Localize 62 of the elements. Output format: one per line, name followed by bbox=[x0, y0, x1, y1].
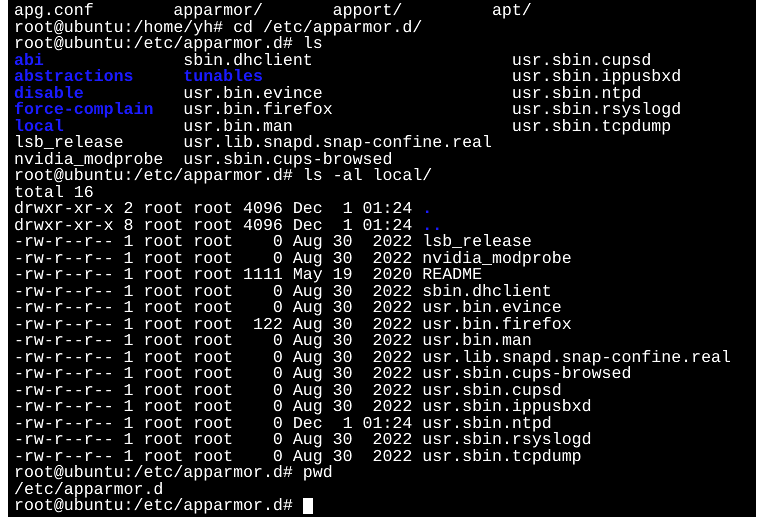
file-name: usr.sbin.tcpdump bbox=[512, 116, 672, 136]
file-name: usr.sbin.ntpd bbox=[512, 84, 642, 102]
file-name: README bbox=[422, 267, 482, 284]
directory-name: . bbox=[422, 201, 432, 218]
file-details: -rw-r--r-- 1 root root 0 Aug 30 2022 bbox=[14, 300, 412, 316]
directory-name: tunables bbox=[183, 67, 263, 86]
file-name: usr.sbin.ntpd bbox=[422, 416, 552, 432]
file-details: drwxr-xr-x 8 root root 4096 Dec 1 01:24 bbox=[14, 218, 412, 234]
file-details: -rw-r--r-- 1 root root 0 Aug 30 2022 bbox=[14, 448, 412, 465]
directory-name: .. bbox=[422, 218, 442, 234]
terminal-text: root@ubuntu:/etc/apparmor.d# ls -al local/ bbox=[14, 168, 432, 184]
file-details: -rw-r--r-- 1 root root 0 Aug 30 2022 bbox=[14, 284, 412, 300]
file-details: -rw-r--r-- 1 root root 0 Aug 30 2022 bbox=[14, 350, 412, 366]
directory-name: force-complain bbox=[14, 100, 154, 119]
file-details: -rw-r--r-- 1 root root 0 Aug 30 2022 bbox=[14, 234, 412, 250]
file-name: apparmor/ bbox=[173, 1, 263, 20]
file-name: usr.lib.snapd.snap-confine.real bbox=[422, 350, 731, 366]
file-name: usr.sbin.ippusbxd bbox=[512, 67, 682, 86]
file-name: usr.bin.man bbox=[422, 333, 532, 350]
file-details: drwxr-xr-x 2 root root 4096 Dec 1 01:24 bbox=[14, 201, 412, 218]
file-name: usr.sbin.cupsd bbox=[512, 50, 652, 70]
file-name: usr.lib.snapd.snap-confine.real bbox=[183, 133, 492, 152]
file-name: apg.conf bbox=[14, 1, 94, 20]
file-name: lsb_release bbox=[14, 133, 124, 152]
terminal-text: root@ubuntu:/etc/apparmor.d# pwd bbox=[14, 465, 333, 482]
directory-name: local bbox=[14, 116, 64, 136]
file-name: usr.bin.evince bbox=[422, 300, 562, 316]
file-name: usr.sbin.ippusbxd bbox=[422, 399, 592, 416]
file-name: usr.bin.firefox bbox=[422, 316, 572, 333]
file-details: -rw-r--r-- 1 root root 0 Dec 1 01:24 bbox=[14, 416, 412, 432]
file-name: sbin.dhclient bbox=[422, 284, 552, 300]
file-name: apport/ bbox=[332, 1, 402, 20]
terminal-text: root@ubuntu:/etc/apparmor.d# ls bbox=[14, 36, 323, 52]
file-name: usr.bin.evince bbox=[183, 84, 323, 102]
file-details: -rw-r--r-- 1 root root 0 Aug 30 2022 bbox=[14, 250, 412, 267]
file-details: -rw-r--r-- 1 root root 122 Aug 30 2022 bbox=[14, 316, 412, 333]
file-name: sbin.dhclient bbox=[183, 50, 313, 70]
file-name: usr.sbin.cups-browsed bbox=[183, 150, 392, 168]
file-name: usr.bin.man bbox=[183, 116, 293, 136]
file-name: nvidia_modprobe bbox=[422, 250, 572, 267]
file-name: usr.bin.firefox bbox=[183, 100, 333, 119]
file-details: -rw-r--r-- 1 root root 1111 May 19 2020 bbox=[14, 267, 412, 284]
file-details: -rw-r--r-- 1 root root 0 Aug 30 2022 bbox=[14, 399, 412, 416]
terminal-text: /etc/apparmor.d bbox=[14, 482, 164, 498]
file-details: -rw-r--r-- 1 root root 0 Aug 30 2022 bbox=[14, 333, 412, 350]
directory-name: abi bbox=[14, 50, 44, 70]
file-name: usr.sbin.rsyslogd bbox=[422, 432, 592, 448]
file-details: -rw-r--r-- 1 root root 0 Aug 30 2022 bbox=[14, 366, 412, 382]
terminal-text: total 16 bbox=[14, 184, 94, 201]
file-name: usr.sbin.cupsd bbox=[422, 382, 562, 399]
terminal-text: root@ubuntu:/home/yh# cd /etc/apparmor.d/ bbox=[14, 20, 422, 36]
file-name: usr.sbin.cups-browsed bbox=[422, 366, 632, 382]
file-name: apt/ bbox=[492, 1, 532, 20]
file-name: lsb_release bbox=[422, 234, 532, 250]
file-name: nvidia_modprobe bbox=[14, 150, 164, 168]
directory-name: disable bbox=[14, 84, 84, 102]
file-name: usr.sbin.tcpdump bbox=[422, 448, 582, 465]
file-details: -rw-r--r-- 1 root root 0 Aug 30 2022 bbox=[14, 432, 412, 448]
directory-name: abstractions bbox=[14, 67, 134, 86]
file-name: usr.sbin.rsyslogd bbox=[512, 100, 682, 119]
terminal-text: root@ubuntu:/etc/apparmor.d# bbox=[14, 498, 293, 514]
file-details: -rw-r--r-- 1 root root 0 Aug 30 2022 bbox=[14, 382, 412, 399]
